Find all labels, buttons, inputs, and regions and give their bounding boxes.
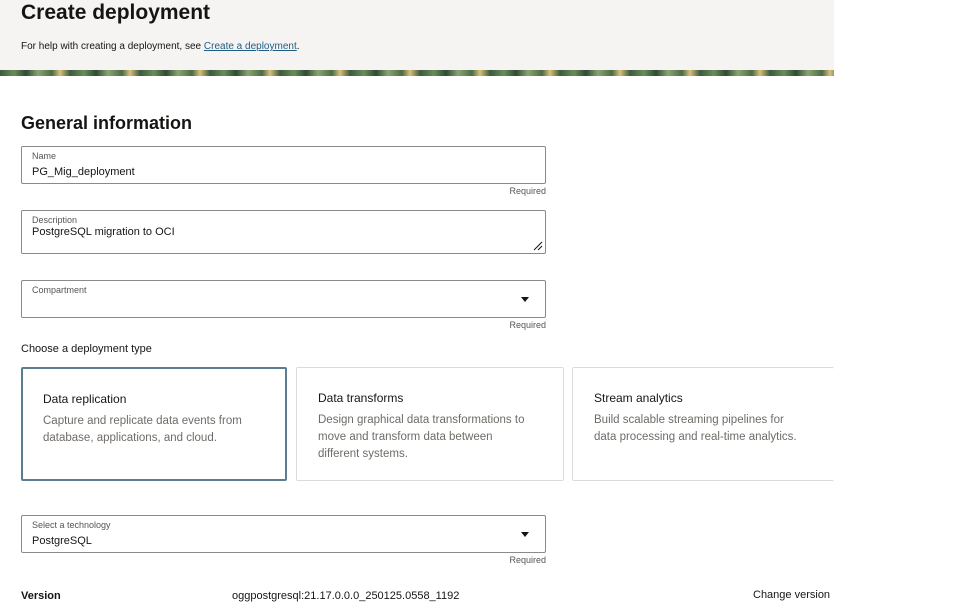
name-label: Name bbox=[32, 151, 57, 161]
card-desc-line: Design graphical data transformations to bbox=[318, 414, 525, 426]
card-desc-line: Build scalable streaming pipelines for bbox=[594, 414, 784, 426]
compartment-label: Compartment bbox=[32, 285, 87, 295]
name-required: Required bbox=[509, 186, 546, 196]
version-label: Version bbox=[21, 590, 61, 602]
description-field[interactable]: Description PostgreSQL migration to OCI bbox=[21, 210, 546, 254]
decorative-banner bbox=[0, 70, 834, 76]
compartment-required: Required bbox=[509, 320, 546, 330]
card-data-transforms[interactable]: Data transforms Design graphical data tr… bbox=[296, 367, 564, 481]
name-value: PG_Mig_deployment bbox=[32, 166, 135, 178]
help-link[interactable]: Create a deployment bbox=[204, 41, 297, 52]
help-suffix: . bbox=[296, 41, 300, 52]
change-version-button[interactable]: Change version bbox=[753, 589, 830, 601]
chevron-down-icon bbox=[521, 532, 529, 537]
technology-label: Select a technology bbox=[32, 520, 111, 530]
deployment-type-label: Choose a deployment type bbox=[21, 343, 152, 355]
card-data-replication[interactable]: Data replication Capture and replicate d… bbox=[21, 367, 287, 481]
card-title: Stream analytics bbox=[594, 391, 683, 405]
name-field[interactable]: Name PG_Mig_deployment bbox=[21, 146, 546, 184]
help-text: For help with creating a deployment, see… bbox=[21, 41, 300, 52]
card-description: Build scalable streaming pipelines for d… bbox=[594, 412, 797, 446]
page-title: Create deployment bbox=[21, 1, 211, 24]
version-value: oggpostgresql:21.17.0.0.0_250125.0558_11… bbox=[232, 590, 460, 602]
help-prefix: For help with creating a deployment, see bbox=[21, 41, 204, 52]
card-desc-line: data processing and real-time analytics. bbox=[594, 431, 797, 443]
card-description: Capture and replicate data events from d… bbox=[43, 413, 242, 447]
page-header: Create deployment For help with creating… bbox=[0, 0, 834, 70]
card-description: Design graphical data transformations to… bbox=[318, 412, 524, 463]
card-desc-line: database, applications, and cloud. bbox=[43, 432, 217, 444]
resize-handle-icon[interactable] bbox=[533, 241, 543, 251]
card-stream-analytics[interactable]: Stream analytics Build scalable streamin… bbox=[572, 367, 834, 481]
card-desc-line: move and transform data between bbox=[318, 431, 493, 443]
card-desc-line: Capture and replicate data events from bbox=[43, 415, 242, 427]
card-desc-line: different systems. bbox=[318, 448, 408, 460]
compartment-select[interactable]: Compartment bbox=[21, 280, 546, 318]
description-label: Description bbox=[32, 215, 78, 225]
technology-value: PostgreSQL bbox=[32, 535, 92, 547]
technology-select[interactable]: Select a technology PostgreSQL bbox=[21, 515, 546, 553]
technology-required: Required bbox=[509, 555, 546, 565]
description-value: PostgreSQL migration to OCI bbox=[32, 226, 175, 238]
section-title: General information bbox=[21, 113, 193, 133]
card-title: Data transforms bbox=[318, 391, 404, 405]
card-title: Data replication bbox=[43, 392, 127, 406]
chevron-down-icon bbox=[521, 297, 529, 302]
